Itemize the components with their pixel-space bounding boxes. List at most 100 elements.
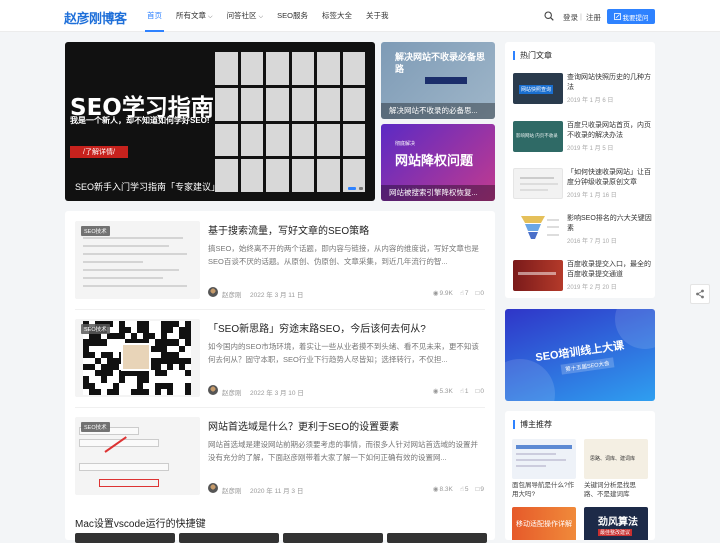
hero-slide[interactable]: SEO学习指南 我是一个新人，却不知道如何学好SEO! / 了解详情 / SEO…: [65, 42, 375, 201]
hot-article-thumb[interactable]: 网站快照查询: [513, 73, 563, 104]
ask-question-button[interactable]: 我要提问: [607, 9, 655, 24]
avatar[interactable]: [208, 287, 218, 297]
nav-home[interactable]: 首页: [140, 0, 169, 32]
funnel-graphic: [521, 216, 559, 239]
recommend-item[interactable]: 思路、词库、建词库 关键词分析是找思路、不是建词库: [584, 439, 648, 499]
hot-article-date: 2019 年 2 月 20 日: [567, 285, 617, 291]
article-excerpt: 如今国内的SEO市场环境，着实让一些从业者摸不到头绪、看不见未来，更不知该何去何…: [208, 342, 479, 364]
carousel-dots[interactable]: [348, 187, 363, 190]
article-item: SEO技术 网站首选域是什么？更利于SEO的设置要素 网站首选域是建设网站前期必…: [65, 407, 495, 505]
hero-caption[interactable]: SEO新手入门学习指南「专家建议」: [75, 180, 220, 193]
training-banner[interactable]: SEO培训线上大课 第十五届SEO大会: [505, 309, 655, 401]
hot-article-item[interactable]: 「如何快速收录网站」让百度分钟级收录原创文章 2019 年 1 月 16 日: [513, 168, 653, 200]
hot-article-title[interactable]: 百度收录提交入口，最全的百度收录提交通道: [567, 260, 653, 280]
hot-article-thumb[interactable]: [513, 168, 563, 199]
thumbnail[interactable]: [387, 533, 487, 543]
card-image-small-text: 彻底解决: [395, 141, 416, 147]
author-name[interactable]: 赵彦刚: [222, 289, 242, 299]
search-icon[interactable]: [544, 11, 554, 21]
chevron-down-icon: ⌵: [208, 14, 213, 20]
thumbnail[interactable]: [283, 533, 383, 543]
article-title[interactable]: 网站首选域是什么？更利于SEO的设置要素: [208, 418, 488, 433]
views-stat: ◉ 5.3K: [433, 387, 453, 396]
likes-stat: ☝ 7: [460, 289, 469, 298]
nav-about[interactable]: 关于我: [359, 0, 396, 32]
category-tag[interactable]: SEO技术: [81, 422, 110, 432]
featured-card[interactable]: 彻底解决 网站降权问题 网站被搜索引擎降权恢复...: [381, 124, 495, 201]
hot-article-item[interactable]: 网站快照查询 查询网站快照历史的几种方法 2019 年 1 月 6 日: [513, 73, 653, 105]
thumbs-up-icon: ☝: [459, 388, 464, 395]
avatar[interactable]: [208, 483, 218, 493]
recommend-caption[interactable]: 面包屑导航是什么?作用大吗?: [512, 481, 576, 499]
eye-icon: ◉: [432, 290, 439, 297]
article-title[interactable]: 基于搜索流量，写好文章的SEO策略: [208, 222, 488, 237]
chevron-down-icon: ⌵: [258, 14, 264, 20]
comments-stat: □ 9: [475, 485, 484, 493]
thumbs-up-icon: ☝: [459, 486, 464, 493]
hot-article-title[interactable]: 影响SEO排名的六大关键因素: [567, 214, 653, 234]
category-tag[interactable]: SEO技术: [81, 324, 110, 334]
hot-article-title[interactable]: 查询网站快照历史的几种方法: [567, 73, 653, 93]
recommend-item[interactable]: 劲风算法 最佳整改建议: [584, 507, 648, 540]
hero-learn-more: / 了解详情 /: [70, 146, 128, 158]
hot-article-thumb[interactable]: [513, 260, 563, 291]
hero-window-graphic: [215, 52, 365, 192]
carousel-dot[interactable]: [359, 187, 363, 190]
thumb-text: 移动适配操作详解: [516, 521, 572, 528]
nav-label: 问答社区: [226, 11, 257, 20]
main-nav: 首页 所有文章 ⌵ 问答社区 ⌵ SEO服务 标签大全 关于我: [140, 0, 395, 32]
register-link[interactable]: 注册: [586, 12, 601, 23]
section-thumbnails: [75, 533, 487, 543]
site-logo[interactable]: 赵彦刚博客: [64, 8, 127, 27]
hot-article-item[interactable]: 百度收录提交入口，最全的百度收录提交通道 2019 年 2 月 20 日: [513, 260, 653, 292]
top-header: 赵彦刚博客 首页 所有文章 ⌵ 问答社区 ⌵ SEO服务 标签大全 关于我 登录 |…: [0, 0, 720, 32]
thumb-text: 劲风算法: [598, 517, 638, 528]
nav-label: 所有文章: [176, 11, 206, 20]
hot-article-item[interactable]: 影响网站 内页不收录 百度只收录网站首页，内页不收录的解决办法 2019 年 1…: [513, 121, 653, 153]
nav-tags[interactable]: 标签大全: [315, 0, 359, 32]
comments-stat: □ 0: [475, 289, 484, 297]
nav-qa-community[interactable]: 问答社区 ⌵: [220, 0, 271, 32]
section-title[interactable]: Mac设置vscode运行的快捷键: [75, 515, 206, 530]
hot-article-title[interactable]: 「如何快速收录网站」让百度分钟级收录原创文章: [567, 168, 653, 188]
recommend-thumb[interactable]: 思路、词库、建词库: [584, 439, 648, 479]
article-excerpt: 搞SEO，始终离不开的两个话题，即内容与链接，从内容的维度说，写好文章也是SEO…: [208, 244, 479, 266]
recommend-item[interactable]: 面包屑导航是什么?作用大吗?: [512, 439, 576, 499]
avatar[interactable]: [208, 385, 218, 395]
views-count: 9.9K: [439, 289, 453, 297]
hot-article-thumb[interactable]: 影响网站 内页不收录: [513, 121, 563, 152]
thumbnail[interactable]: [75, 533, 175, 543]
card-caption[interactable]: 网站被搜索引擎降权恢复...: [381, 185, 495, 201]
recommend-thumb[interactable]: 移动适配操作详解: [512, 507, 576, 540]
article-stats: ◉ 8.3K ☝ 5 □ 9: [433, 485, 484, 494]
nav-seo-service[interactable]: SEO服务: [270, 0, 315, 32]
recommend-thumb[interactable]: [512, 439, 576, 479]
featured-card[interactable]: 解决网站不收录必备思路 解决网站不收录的必备思...: [381, 42, 495, 119]
article-title[interactable]: 「SEO新思路」穷途末路SEO，今后该何去何从?: [208, 320, 488, 335]
article-stats: ◉ 9.9K ☝ 7 □ 0: [432, 289, 484, 298]
category-tag[interactable]: SEO技术: [81, 226, 110, 236]
thumb-text: 影响网站 内页不收录: [516, 133, 558, 138]
author-name[interactable]: 赵彦刚: [222, 485, 242, 495]
nav-label: 首页: [147, 11, 162, 20]
nav-label: SEO服务: [277, 11, 308, 20]
author-name[interactable]: 赵彦刚: [222, 387, 242, 397]
comment-icon: □: [475, 387, 480, 395]
carousel-dot[interactable]: [348, 187, 356, 190]
article-excerpt: 网站首选域是建设网站前期必须要考虑的事情，而很多人针对网站首选域的设置并没有充分…: [208, 440, 478, 462]
recommend-thumb[interactable]: 劲风算法 最佳整改建议: [584, 507, 648, 540]
edit-icon: [613, 13, 621, 20]
card-caption[interactable]: 解决网站不收录的必备思...: [381, 103, 495, 119]
comment-icon: □: [475, 289, 480, 297]
share-button[interactable]: [690, 284, 710, 304]
article-stats: ◉ 5.3K ☝ 1 □ 0: [433, 387, 484, 396]
nav-all-articles[interactable]: 所有文章 ⌵: [169, 0, 220, 32]
login-link[interactable]: 登录: [563, 12, 578, 23]
hot-article-item[interactable]: 影响SEO排名的六大关键因素 2016 年 7 月 10 日: [513, 214, 653, 246]
nav-label: 标签大全: [321, 11, 352, 20]
hot-article-thumb[interactable]: [513, 214, 563, 245]
thumbnail[interactable]: [179, 533, 279, 543]
recommend-item[interactable]: 移动适配操作详解: [512, 507, 576, 540]
recommend-caption[interactable]: 关键词分析是找思路、不是建词库: [584, 481, 648, 499]
hot-article-title[interactable]: 百度只收录网站首页，内页不收录的解决办法: [567, 121, 653, 141]
